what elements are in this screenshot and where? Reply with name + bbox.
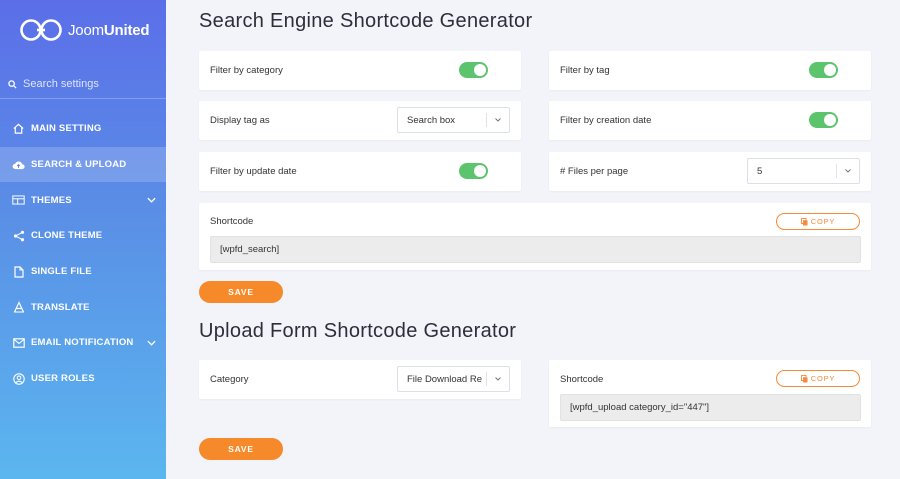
translate-icon bbox=[12, 301, 25, 314]
file-icon bbox=[12, 265, 25, 278]
sidebar-item-translate[interactable]: TRANSLATE bbox=[0, 289, 166, 325]
filter-tag-card: Filter by tag bbox=[549, 51, 871, 90]
upload-copy-button[interactable]: COPY bbox=[776, 370, 860, 387]
display-tag-value: Search box bbox=[407, 114, 456, 126]
files-per-page-value: 5 bbox=[757, 165, 763, 177]
search-settings-input[interactable] bbox=[23, 78, 153, 90]
display-tag-select[interactable]: Search box bbox=[397, 107, 510, 133]
sidebar-search bbox=[0, 70, 166, 99]
search-save-button[interactable]: SAVE bbox=[199, 281, 283, 303]
upload-save-button[interactable]: SAVE bbox=[199, 438, 283, 460]
copy-icon bbox=[800, 374, 808, 383]
sidebar-item-email-notification[interactable]: EMAIL NOTIFICATION bbox=[0, 325, 166, 361]
display-tag-card: Display tag as Search box bbox=[199, 101, 521, 140]
sidebar-item-label: SEARCH & UPLOAD bbox=[31, 159, 127, 171]
upload-category-select[interactable]: File Download Re bbox=[397, 366, 510, 392]
filter-tag-label: Filter by tag bbox=[560, 65, 610, 76]
sidebar-item-label: USER ROLES bbox=[31, 373, 95, 385]
chevron-down-icon bbox=[845, 169, 851, 173]
filter-update-card: Filter by update date bbox=[199, 152, 521, 191]
sidebar-item-search-upload[interactable]: SEARCH & UPLOAD bbox=[0, 146, 166, 183]
search-shortcode-card: Shortcode COPY [wpfd_search] bbox=[199, 203, 871, 270]
filter-creation-card: Filter by creation date bbox=[549, 101, 871, 140]
cloud-upload-icon bbox=[12, 158, 25, 171]
upload-category-label: Category bbox=[210, 374, 249, 385]
joomunited-logo-icon bbox=[20, 19, 62, 41]
search-copy-button[interactable]: COPY bbox=[776, 213, 860, 230]
sidebar-item-label: EMAIL NOTIFICATION bbox=[31, 337, 134, 349]
search-section-title: Search Engine Shortcode Generator bbox=[199, 10, 533, 32]
layout-icon bbox=[12, 194, 25, 207]
upload-section-title: Upload Form Shortcode Generator bbox=[199, 320, 517, 342]
sidebar-item-themes[interactable]: THEMES bbox=[0, 182, 166, 218]
sidebar-item-label: THEMES bbox=[31, 194, 72, 206]
logo[interactable]: JoomUnited bbox=[20, 16, 150, 44]
files-per-page-label: # Files per page bbox=[560, 166, 629, 177]
sidebar: JoomUnited MAIN SETTING SEARCH & UPLOAD … bbox=[0, 0, 166, 479]
filter-category-card: Filter by category bbox=[199, 51, 521, 90]
copy-icon bbox=[800, 217, 808, 226]
search-shortcode-field[interactable]: [wpfd_search] bbox=[210, 236, 861, 263]
upload-category-value: File Download Re bbox=[407, 373, 482, 385]
filter-update-toggle[interactable] bbox=[459, 163, 488, 179]
upload-shortcode-field[interactable]: [wpfd_upload category_id="447"] bbox=[560, 394, 861, 421]
home-icon bbox=[12, 122, 25, 135]
chevron-down-icon bbox=[495, 118, 501, 122]
sidebar-item-label: MAIN SETTING bbox=[31, 123, 102, 135]
sidebar-item-single-file[interactable]: SINGLE FILE bbox=[0, 254, 166, 290]
upload-shortcode-card: Shortcode COPY [wpfd_upload category_id=… bbox=[549, 360, 871, 427]
sidebar-item-label: SINGLE FILE bbox=[31, 266, 92, 278]
chevron-down-icon bbox=[495, 377, 501, 381]
sidebar-item-main-setting[interactable]: MAIN SETTING bbox=[0, 111, 166, 147]
brand-name: JoomUnited bbox=[68, 21, 150, 39]
filter-tag-toggle[interactable] bbox=[809, 62, 838, 78]
user-circle-icon bbox=[12, 372, 25, 385]
upload-shortcode-label: Shortcode bbox=[560, 374, 604, 385]
mail-icon bbox=[12, 336, 25, 349]
sidebar-item-clone-theme[interactable]: CLONE THEME bbox=[0, 218, 166, 254]
search-icon bbox=[8, 79, 17, 89]
search-shortcode-label: Shortcode bbox=[210, 216, 254, 227]
sidebar-item-user-roles[interactable]: USER ROLES bbox=[0, 361, 166, 397]
filter-creation-label: Filter by creation date bbox=[560, 115, 652, 126]
filter-update-label: Filter by update date bbox=[210, 166, 297, 177]
sidebar-item-label: CLONE THEME bbox=[31, 230, 103, 242]
chevron-down-icon[interactable] bbox=[147, 197, 156, 203]
share-icon bbox=[12, 229, 25, 242]
display-tag-label: Display tag as bbox=[210, 115, 270, 126]
upload-category-card: Category File Download Re bbox=[199, 360, 521, 399]
sidebar-item-label: TRANSLATE bbox=[31, 301, 90, 313]
filter-category-toggle[interactable] bbox=[459, 62, 488, 78]
filter-creation-toggle[interactable] bbox=[809, 112, 838, 128]
filter-category-label: Filter by category bbox=[210, 65, 283, 76]
files-per-page-card: # Files per page 5 bbox=[549, 152, 871, 191]
files-per-page-select[interactable]: 5 bbox=[747, 158, 860, 184]
chevron-down-icon[interactable] bbox=[147, 340, 156, 346]
sidebar-nav: MAIN SETTING SEARCH & UPLOAD THEMES CLON… bbox=[0, 111, 166, 397]
